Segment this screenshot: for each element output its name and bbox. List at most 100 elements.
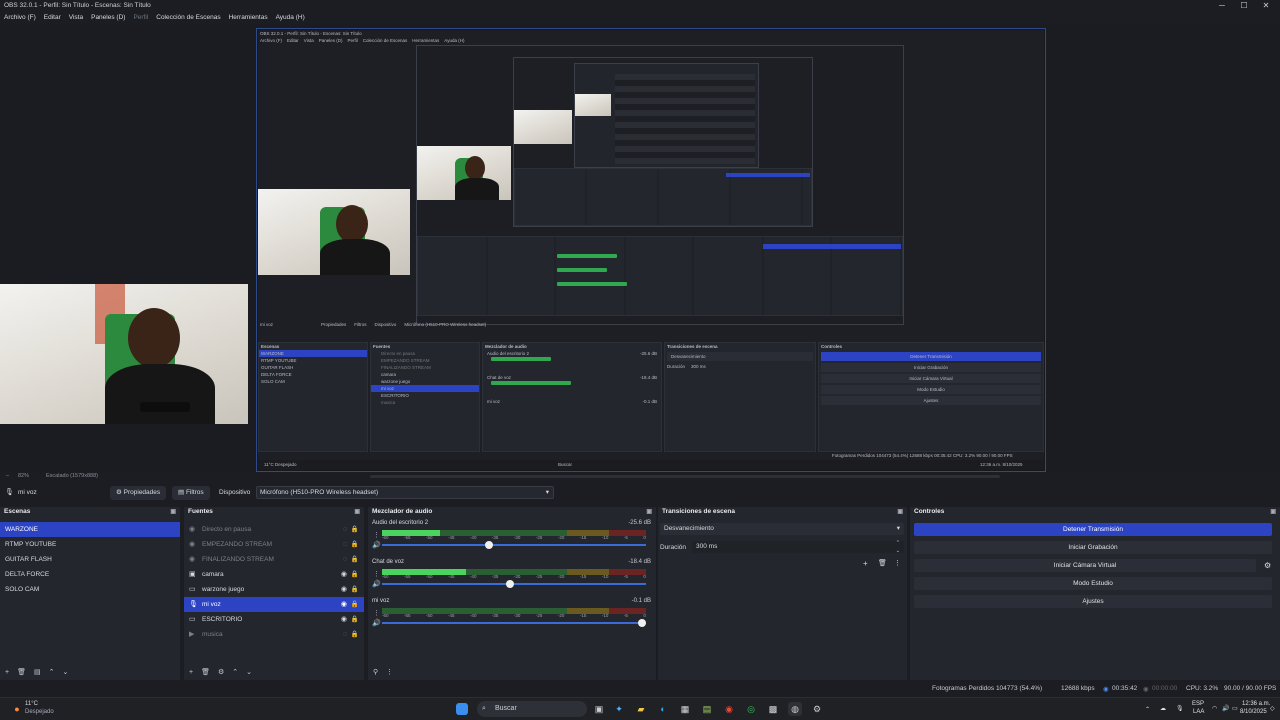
- clock-date[interactable]: 8/10/2025: [1240, 709, 1267, 715]
- source-item[interactable]: ▭ ESCRITORIO ◉ 🔒: [184, 612, 364, 627]
- filters-button[interactable]: ▤ Filtros: [172, 486, 210, 500]
- zoom-scaled[interactable]: Escalado (1579x888): [46, 473, 98, 479]
- eye-icon[interactable]: ◉: [341, 582, 347, 597]
- slider-knob[interactable]: [638, 619, 646, 627]
- add-icon[interactable]: +: [5, 669, 9, 676]
- menu-vista[interactable]: Vista: [69, 12, 83, 24]
- scene-item-rtmp-youtube[interactable]: RTMP YOUTUBE: [0, 537, 180, 552]
- source-item[interactable]: ▶ musica ◌ 🔒: [184, 627, 364, 642]
- close-button[interactable]: ✕: [1256, 1, 1276, 10]
- lock-icon[interactable]: 🔒: [351, 552, 359, 567]
- dock-float-icon[interactable]: ▣: [646, 507, 652, 517]
- chevron-up-icon[interactable]: ⌃: [232, 668, 238, 676]
- source-item-selected[interactable]: 🎙 mi voz ◉ 🔒: [184, 597, 364, 612]
- battery-icon[interactable]: ▭: [1232, 705, 1238, 712]
- task-view-icon[interactable]: ▣: [592, 702, 606, 716]
- eye-off-icon[interactable]: ◌: [343, 552, 347, 567]
- gear-icon[interactable]: ⚙: [1264, 561, 1271, 570]
- weather-icon[interactable]: ●: [10, 702, 24, 716]
- gear-icon[interactable]: ⚙: [218, 668, 224, 676]
- start-recording-button[interactable]: Iniciar Grabación: [914, 541, 1272, 554]
- trash-icon[interactable]: 🗑: [878, 559, 887, 567]
- menu-herramientas[interactable]: Herramientas: [229, 12, 268, 24]
- zoom-percent-icon[interactable]: –: [6, 473, 9, 479]
- transition-select[interactable]: Desvanecimiento ▾: [660, 523, 904, 535]
- volume-slider[interactable]: [382, 541, 646, 549]
- lock-icon[interactable]: 🔒: [351, 522, 359, 537]
- mic-icon[interactable]: 🎙: [1176, 705, 1184, 712]
- stop-streaming-button[interactable]: Detener Transmisión: [914, 523, 1272, 536]
- preview-scrollbar[interactable]: [370, 475, 1000, 478]
- menu-editar[interactable]: Editar: [44, 12, 61, 24]
- clock-time[interactable]: 12:36 a.m.: [1242, 701, 1270, 707]
- more-icon[interactable]: ⋮: [386, 668, 393, 676]
- taskbar-search[interactable]: ⌕ Buscar: [477, 701, 587, 717]
- dock-float-icon[interactable]: ▣: [897, 507, 903, 517]
- menu-archivo[interactable]: Archivo (F): [4, 12, 36, 24]
- lock-icon[interactable]: 🔒: [351, 567, 359, 582]
- wifi-icon[interactable]: ◠: [1212, 705, 1217, 712]
- settings-button[interactable]: Ajustes: [914, 595, 1272, 608]
- edge-icon[interactable]: ◐: [656, 702, 670, 716]
- more-icon[interactable]: ⋮: [373, 609, 380, 617]
- menu-perfil[interactable]: Perfil: [133, 12, 148, 24]
- slider-knob[interactable]: [506, 580, 514, 588]
- eye-icon[interactable]: ◉: [341, 567, 347, 582]
- properties-button[interactable]: ⚙ Propiedades: [110, 486, 167, 500]
- language-code[interactable]: ESP: [1192, 701, 1204, 707]
- lock-icon[interactable]: 🔒: [351, 612, 359, 627]
- chevron-up-icon[interactable]: ⌃: [49, 668, 55, 676]
- more-icon[interactable]: ⋮: [373, 531, 380, 539]
- chevron-down-icon[interactable]: ⌄: [246, 668, 252, 676]
- scene-item-warzone[interactable]: WARZONE: [0, 522, 180, 537]
- source-item[interactable]: ◉ Directo en pausa ◌ 🔒: [184, 522, 364, 537]
- whatsapp-icon[interactable]: ◎: [744, 702, 758, 716]
- source-item[interactable]: ▭ warzone juego ◉ 🔒: [184, 582, 364, 597]
- more-icon[interactable]: ⋮: [894, 559, 901, 567]
- menu-coleccion-escenas[interactable]: Colección de Escenas: [156, 12, 220, 24]
- chevron-down-icon[interactable]: ⌄: [62, 668, 68, 676]
- app-icon[interactable]: ▤: [700, 702, 714, 716]
- link-icon[interactable]: ⚲: [373, 668, 378, 676]
- file-explorer-icon[interactable]: ▰: [634, 702, 648, 716]
- chrome-icon[interactable]: ◉: [722, 702, 736, 716]
- app-icon[interactable]: ▩: [766, 702, 780, 716]
- eye-off-icon[interactable]: ◌: [343, 627, 347, 642]
- store-icon[interactable]: ▦: [678, 702, 692, 716]
- eye-icon[interactable]: ◉: [341, 597, 347, 612]
- dock-float-icon[interactable]: ▣: [354, 507, 360, 517]
- start-virtual-camera-button[interactable]: Iniciar Cámara Virtual: [914, 559, 1256, 572]
- trash-icon[interactable]: 🗑: [17, 668, 26, 676]
- menu-ayuda[interactable]: Ayuda (H): [276, 12, 305, 24]
- speaker-icon[interactable]: 🔊: [372, 619, 381, 627]
- lock-icon[interactable]: 🔒: [351, 582, 359, 597]
- zoom-percent[interactable]: 82%: [18, 473, 29, 479]
- scene-item-delta-force[interactable]: DELTA FORCE: [0, 567, 180, 582]
- cloud-icon[interactable]: ☁: [1160, 705, 1166, 712]
- speaker-icon[interactable]: 🔊: [372, 580, 381, 588]
- studio-mode-button[interactable]: Modo Estudio: [914, 577, 1272, 590]
- minimize-button[interactable]: ─: [1212, 1, 1232, 10]
- duration-spinbox[interactable]: 300 ms ⌃ ⌄: [692, 540, 904, 554]
- eye-off-icon[interactable]: ◌: [343, 537, 347, 552]
- notification-icon[interactable]: ◇: [1270, 705, 1275, 712]
- obs-icon[interactable]: ◍: [788, 702, 802, 716]
- eye-icon[interactable]: ◉: [341, 612, 347, 627]
- language-layout[interactable]: LAA: [1193, 709, 1204, 715]
- maximize-button[interactable]: ☐: [1234, 1, 1254, 10]
- lock-icon[interactable]: 🔒: [351, 597, 359, 612]
- add-icon[interactable]: +: [189, 669, 193, 676]
- lock-icon[interactable]: 🔒: [351, 627, 359, 642]
- scene-item-solo-cam[interactable]: SOLO CAM: [0, 582, 180, 597]
- volume-icon[interactable]: 🔊: [1222, 705, 1229, 712]
- weather-desc[interactable]: Despejado: [25, 709, 54, 715]
- filter-icon[interactable]: ▤: [34, 668, 41, 676]
- speaker-icon[interactable]: 🔊: [372, 541, 381, 549]
- source-item[interactable]: ▣ camara ◉ 🔒: [184, 567, 364, 582]
- trash-icon[interactable]: 🗑: [201, 668, 210, 676]
- scene-item-guitar-flash[interactable]: GUITAR FLASH: [0, 552, 180, 567]
- dock-float-icon[interactable]: ▣: [170, 507, 176, 517]
- copilot-icon[interactable]: ✦: [612, 702, 626, 716]
- eye-off-icon[interactable]: ◌: [343, 522, 347, 537]
- device-select[interactable]: Micrófono (H510-PRO Wireless headset) ▾: [256, 486, 554, 499]
